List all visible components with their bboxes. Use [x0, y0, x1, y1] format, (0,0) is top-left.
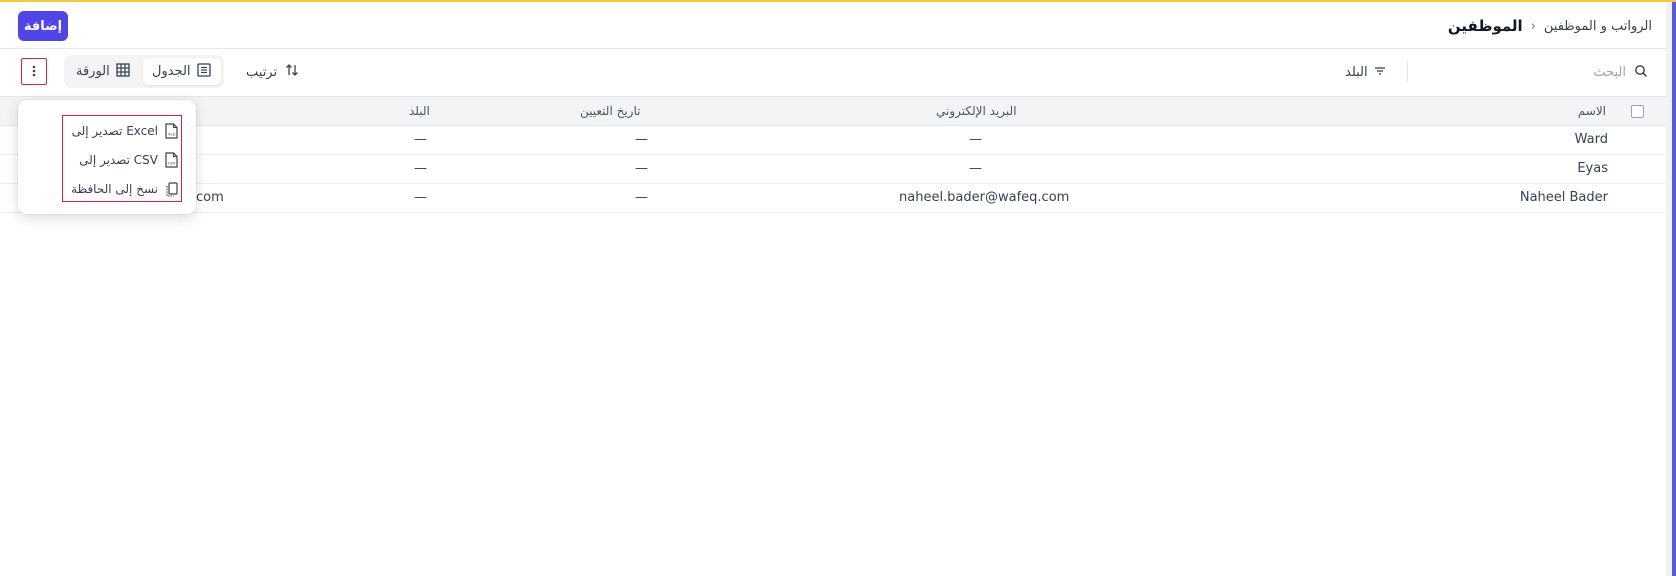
menu-item-label: تصدير إلى CSV — [79, 153, 158, 167]
page-title: الموظفين — [1447, 17, 1523, 35]
employees-table: الاسم البريد الإلكتروني تاريخ التعيين ال… — [0, 96, 1666, 213]
column-header-name[interactable]: الاسم — [1578, 104, 1606, 118]
column-header-email[interactable]: البريد الإلكتروني — [936, 104, 1017, 118]
more-options-button[interactable] — [21, 58, 47, 85]
menu-item-export-excel[interactable]: XLS تصدير إلى Excel — [63, 117, 181, 145]
search-input[interactable] — [1456, 64, 1626, 80]
toolbar: الورقة الجدول ترتيب البلد — [0, 49, 1666, 96]
filter-label: البلد — [1345, 64, 1368, 80]
cell-country: — — [414, 132, 427, 147]
search-icon — [1634, 63, 1648, 82]
breadcrumb: الرواتب و الموظفين › الموظفين — [1448, 15, 1652, 37]
cell-email: naheel.bader@wafeq.com — [899, 190, 1070, 205]
menu-item-label: تصدير إلى Excel — [71, 124, 158, 138]
cell-name: Eyas — [1577, 161, 1608, 176]
view-toggle: الورقة الجدول — [64, 55, 224, 88]
table-row[interactable]: Ward — — — — [0, 126, 1666, 155]
menu-item-export-csv[interactable]: CSV تصدير إلى CSV — [63, 146, 181, 174]
cell-country: — — [414, 190, 427, 205]
view-table-button[interactable]: الجدول — [143, 58, 221, 85]
search-box — [1420, 57, 1648, 87]
table-row[interactable]: Naheel Bader naheel.bader@wafeq.com — — … — [0, 184, 1666, 213]
cell-email: — — [969, 132, 982, 147]
svg-text:XLS: XLS — [168, 132, 176, 137]
cell-hire-date: — — [635, 132, 648, 147]
toolbar-divider — [1407, 60, 1408, 82]
xls-file-icon: XLS — [164, 123, 179, 140]
cell-name: Naheel Bader — [1519, 190, 1608, 205]
select-all-checkbox[interactable] — [1631, 105, 1644, 118]
table-header: الاسم البريد الإلكتروني تاريخ التعيين ال… — [0, 96, 1666, 126]
export-menu: XLS تصدير إلى Excel CSV تصدير إلى CSV نس… — [18, 100, 196, 214]
table-row[interactable]: Eyas — — — — [0, 155, 1666, 184]
breadcrumb-parent[interactable]: الرواتب و الموظفين — [1544, 19, 1652, 34]
sort-arrows-icon — [285, 63, 299, 81]
view-sheet-button[interactable]: الورقة — [67, 58, 143, 85]
cell-country: — — [414, 161, 427, 176]
view-table-label: الجدول — [152, 64, 191, 79]
more-vertical-icon — [32, 62, 36, 81]
menu-highlight-box: XLS تصدير إلى Excel CSV تصدير إلى CSV نس… — [62, 115, 182, 202]
cell-truncated: com — [196, 190, 224, 205]
breadcrumb-separator: › — [1530, 18, 1536, 34]
clipboard-icon — [164, 181, 179, 198]
page-header: إضافة الرواتب و الموظفين › الموظفين — [0, 2, 1666, 49]
filter-icon — [1374, 65, 1386, 80]
country-filter-button[interactable]: البلد — [1345, 61, 1386, 83]
column-header-country[interactable]: البلد — [409, 104, 430, 118]
cell-email: — — [969, 161, 982, 176]
add-button[interactable]: إضافة — [18, 11, 68, 41]
menu-item-label: نسخ إلى الحافظة — [71, 182, 158, 196]
cell-hire-date: — — [635, 190, 648, 205]
right-edge-strip — [1672, 2, 1676, 576]
table-list-icon — [196, 62, 211, 81]
menu-item-copy-clipboard[interactable]: نسخ إلى الحافظة — [63, 175, 181, 203]
cell-hire-date: — — [635, 161, 648, 176]
column-header-hire-date[interactable]: تاريخ التعيين — [580, 104, 640, 118]
grid-icon — [116, 62, 130, 81]
view-sheet-label: الورقة — [76, 64, 110, 79]
app: إضافة الرواتب و الموظفين › الموظفين الور… — [0, 0, 1676, 576]
svg-text:CSV: CSV — [168, 161, 176, 166]
sort-label: ترتيب — [246, 64, 278, 80]
sort-button[interactable]: ترتيب — [246, 61, 299, 83]
csv-file-icon: CSV — [164, 152, 179, 169]
cell-name: Ward — [1574, 132, 1608, 147]
